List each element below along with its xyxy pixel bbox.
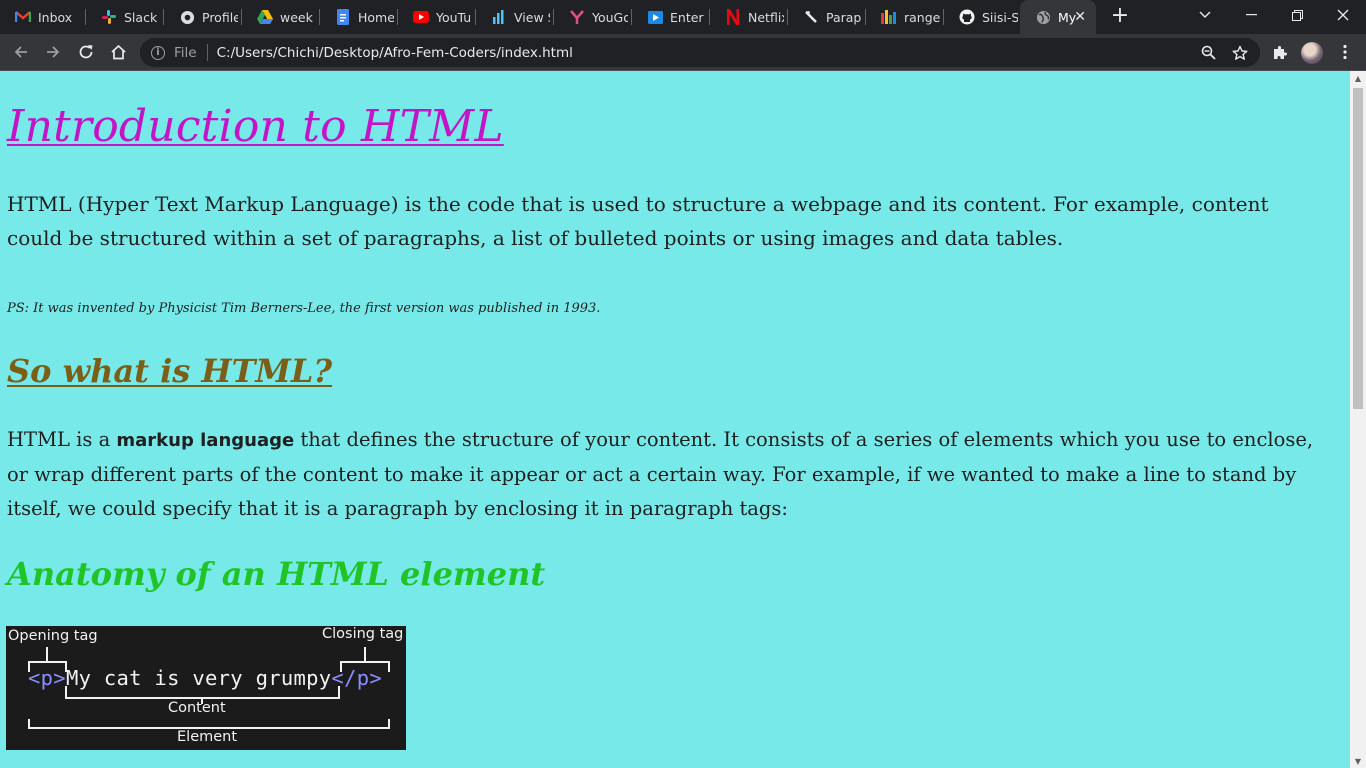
omnibox-divider <box>206 44 208 61</box>
globe-icon <box>1035 9 1051 25</box>
tab-title: Netflix <box>748 9 784 25</box>
google-drive-icon <box>257 9 273 25</box>
tab-paraphrase[interactable]: Paraph <box>788 0 866 34</box>
tab-title: Paraph <box>826 9 862 25</box>
tab-youtube[interactable]: YouTub <box>398 0 476 34</box>
google-docs-icon <box>335 9 351 25</box>
tab-title: YouTub <box>436 9 472 25</box>
content-label: Content <box>168 700 226 716</box>
chrome-icon <box>179 9 195 25</box>
closing-tag-label: Closing tag <box>322 626 404 642</box>
markup-paragraph-start: HTML is a <box>7 428 117 451</box>
markup-paragraph: HTML is a markup language that defines t… <box>7 423 1322 526</box>
section-heading-anatomy: Anatomy of an HTML element <box>7 555 546 593</box>
page-title: Introduction to HTML <box>7 101 504 152</box>
tab-netflix[interactable]: Netflix <box>710 0 788 34</box>
tab-week[interactable]: week 1 <box>242 0 320 34</box>
code-example: <p>My cat is very grumpy</p> <box>28 666 382 690</box>
tab-homework[interactable]: Homew <box>320 0 398 34</box>
tab-title: View S <box>514 9 550 25</box>
scheme-label: File <box>174 44 197 61</box>
tab-title: Siisi-Sh <box>982 9 1018 25</box>
browser-toolbar: i File C:/Users/Chichi/Desktop/Afro-Fem-… <box>0 34 1366 71</box>
slack-icon <box>101 9 117 25</box>
quill-icon <box>803 9 819 25</box>
tab-my-page[interactable]: My ✕ <box>1020 0 1096 34</box>
tab-title: range <box>904 9 940 25</box>
closing-tag: </p> <box>331 666 382 690</box>
tab-yougov[interactable]: YouGo <box>554 0 632 34</box>
bar-chart-icon <box>881 9 897 25</box>
forward-button[interactable] <box>39 38 67 66</box>
tab-profile[interactable]: Profile <box>164 0 242 34</box>
page-viewport: Introduction to HTML HTML (Hyper Text Ma… <box>0 71 1366 768</box>
chrome-menu-icon[interactable] <box>1331 38 1359 66</box>
url-text[interactable]: C:/Users/Chichi/Desktop/Afro-Fem-Coders/… <box>217 45 573 61</box>
scroll-up-arrow-icon[interactable]: ▲ <box>1350 71 1366 85</box>
tab-search-chevron-icon[interactable] <box>1182 0 1228 30</box>
bookmark-star-icon[interactable] <box>1228 38 1252 67</box>
tab-title: Enter d <box>670 9 706 25</box>
intro-paragraph: HTML (Hyper Text Markup Language) is the… <box>7 192 1269 250</box>
play-icon <box>647 9 663 25</box>
tab-title: YouGo <box>592 9 628 25</box>
close-tab-icon[interactable]: ✕ <box>1074 9 1086 25</box>
markup-language-bold: markup language <box>116 430 295 451</box>
tab-title: Profile <box>202 9 238 25</box>
back-button[interactable] <box>7 38 35 66</box>
extensions-puzzle-icon[interactable] <box>1266 38 1294 66</box>
tab-title: week 1 <box>280 9 316 25</box>
analytics-icon <box>491 9 507 25</box>
youtube-icon <box>413 9 429 25</box>
vertical-scrollbar[interactable]: ▲ ▼ <box>1350 71 1366 768</box>
scrollbar-thumb[interactable] <box>1353 88 1363 409</box>
scroll-down-arrow-icon[interactable]: ▼ <box>1350 754 1366 768</box>
tab-slack[interactable]: Slack | <box>86 0 164 34</box>
element-label: Element <box>177 729 238 745</box>
close-window-button[interactable] <box>1320 0 1366 30</box>
address-bar[interactable]: i File C:/Users/Chichi/Desktop/Afro-Fem-… <box>140 38 1260 67</box>
tab-strip: Inbox ( Slack | Profile week 1 Homew You… <box>0 0 1366 34</box>
tab-range[interactable]: range <box>866 0 944 34</box>
content-text: My cat is very grumpy <box>65 666 332 690</box>
tab-title: Homew <box>358 9 394 25</box>
site-info-icon[interactable]: i <box>151 45 165 60</box>
tab-title: Inbox ( <box>38 9 74 25</box>
github-icon <box>959 9 975 25</box>
opening-tag-label: Opening tag <box>8 628 98 644</box>
tab-title: Slack | <box>124 9 160 25</box>
home-button[interactable] <box>104 38 132 66</box>
html-element-anatomy-image: Opening tag Closing tag <p>My cat is ver… <box>6 626 406 750</box>
ps-note: PS: It was invented by Physicist Tim Ber… <box>7 301 601 316</box>
section-heading-what-is-html: So what is HTML? <box>7 352 333 390</box>
minimize-button[interactable] <box>1228 0 1274 30</box>
tab-github[interactable]: Siisi-Sh <box>944 0 1020 34</box>
opening-tag: <p> <box>28 666 66 690</box>
new-tab-button[interactable]: + <box>1108 5 1132 29</box>
tab-view-stats[interactable]: View S <box>476 0 554 34</box>
netflix-icon <box>725 9 741 25</box>
restore-button[interactable] <box>1274 0 1320 30</box>
gmail-icon <box>15 9 31 25</box>
zoom-icon[interactable] <box>1196 38 1220 67</box>
profile-avatar[interactable] <box>1301 42 1323 64</box>
yougov-icon <box>569 9 585 25</box>
tab-enter-data[interactable]: Enter d <box>632 0 710 34</box>
tab-gmail[interactable]: Inbox ( <box>0 0 86 34</box>
reload-button[interactable] <box>72 38 100 66</box>
